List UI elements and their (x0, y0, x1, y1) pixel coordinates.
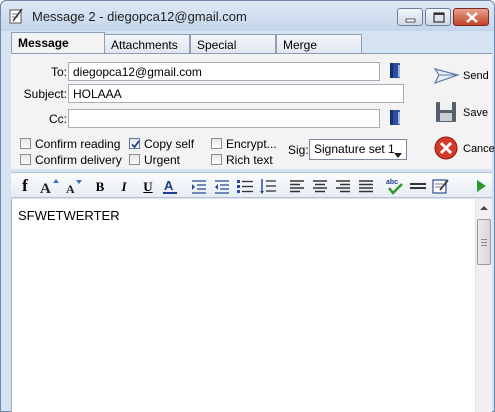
message-edit-icon (9, 8, 23, 24)
address-book-icon[interactable] (388, 109, 402, 127)
send-icon (433, 68, 461, 85)
tab-label: Merge (283, 38, 318, 52)
message-window: Message 2 - diegopca12@gmail.com Message… (0, 0, 495, 412)
copy-self-checkbox[interactable]: Copy self (129, 137, 209, 152)
address-book-icon[interactable] (388, 62, 402, 80)
save-disk-icon (436, 102, 456, 122)
checkbox-label: Urgent (144, 153, 181, 167)
checkbox-label: Rich text (226, 153, 273, 167)
save-button[interactable]: Save (430, 96, 492, 130)
signature-select[interactable]: Signature set 1 (309, 139, 407, 160)
cc-label: Cc: (49, 112, 67, 126)
urgent-checkbox[interactable]: Urgent (129, 153, 209, 168)
tab-label: Attachments (111, 38, 178, 52)
checkbox-label: Confirm delivery (35, 153, 122, 167)
font-icon[interactable]: f (16, 176, 34, 195)
svg-text:A: A (40, 181, 51, 195)
checkbox-box[interactable] (211, 138, 222, 149)
bold-icon[interactable]: B (91, 179, 109, 197)
checkbox-box[interactable] (129, 138, 140, 149)
svg-text:A: A (164, 178, 174, 193)
cc-field[interactable] (68, 109, 380, 128)
cancel-label: Cancel (463, 143, 495, 155)
send-button[interactable]: Send (430, 59, 492, 93)
font-shrink-icon[interactable]: A (64, 177, 82, 195)
italic-icon[interactable]: I (115, 179, 133, 197)
encrypt-checkbox[interactable]: Encrypt... (211, 137, 281, 152)
align-left-icon[interactable] (288, 177, 306, 195)
signature-value: Signature set 1 (314, 142, 395, 156)
minimize-button[interactable] (397, 8, 423, 26)
tab-label: Message (18, 36, 69, 50)
grip-line (481, 239, 487, 240)
checkbox-label: Copy self (144, 137, 195, 151)
font-grow-icon[interactable]: A (39, 177, 59, 195)
scrollbar-thumb[interactable] (477, 219, 491, 265)
font-color-icon[interactable]: A (161, 177, 179, 195)
confirm-delivery-checkbox[interactable]: Confirm delivery (20, 153, 130, 168)
to-field[interactable]: diegopca12@gmail.com (68, 62, 380, 81)
grip-line (481, 245, 487, 246)
vertical-scrollbar[interactable] (475, 199, 492, 412)
save-label: Save (463, 107, 489, 119)
horizontal-line-icon[interactable] (409, 177, 427, 195)
align-right-icon[interactable] (334, 177, 352, 195)
align-center-icon[interactable] (311, 177, 329, 195)
justify-icon[interactable] (357, 177, 375, 195)
edit-html-icon[interactable] (432, 177, 450, 195)
tab-merge[interactable]: Merge (276, 34, 362, 54)
send-label: Send (463, 70, 489, 82)
close-button[interactable] (453, 8, 489, 26)
title-bar[interactable]: Message 2 - diegopca12@gmail.com (1, 1, 494, 31)
format-toolbar: f A A B I U A abc (11, 172, 492, 198)
message-body-editor[interactable]: SFWETWERTER (11, 199, 492, 412)
message-body-text: SFWETWERTER (18, 208, 120, 223)
subject-field[interactable]: HOLAAA (68, 84, 404, 103)
play-icon[interactable] (472, 177, 490, 195)
bullet-list-icon[interactable] (236, 177, 254, 195)
tab-strip: Message Attachments Special Merge (11, 32, 491, 54)
checkbox-box[interactable] (20, 138, 31, 149)
confirm-reading-checkbox[interactable]: Confirm reading (20, 137, 130, 152)
rich-text-checkbox[interactable]: Rich text (211, 153, 281, 168)
spellcheck-icon[interactable]: abc (386, 177, 404, 195)
tab-message[interactable]: Message (11, 32, 105, 54)
grip-line (481, 242, 487, 243)
tab-attachments[interactable]: Attachments (104, 34, 190, 54)
tab-label: Special (197, 38, 237, 52)
scroll-up-arrow-icon[interactable] (476, 201, 492, 215)
tab-special[interactable]: Special (190, 34, 276, 54)
window-title: Message 2 - diegopca12@gmail.com (32, 9, 247, 24)
underline-icon[interactable]: U (139, 179, 157, 197)
cancel-icon (434, 136, 458, 160)
signature-label: Sig: (288, 143, 309, 157)
checkbox-label: Confirm reading (35, 137, 121, 151)
numbered-list-icon[interactable] (259, 177, 277, 195)
checkbox-label: Encrypt... (226, 137, 277, 151)
chevron-down-icon (394, 147, 402, 161)
svg-text:A: A (66, 182, 75, 195)
svg-text:abc: abc (386, 179, 398, 186)
checkbox-box[interactable] (129, 154, 140, 165)
checkbox-box[interactable] (211, 154, 222, 165)
cancel-button[interactable]: Cancel (430, 132, 495, 166)
message-header-panel: To: diegopca12@gmail.com Subject: HOLAAA… (11, 53, 495, 169)
indent-icon[interactable] (190, 177, 208, 195)
maximize-button[interactable] (425, 8, 451, 26)
checkbox-box[interactable] (20, 154, 31, 165)
subject-label: Subject: (23, 87, 67, 101)
to-label: To: (50, 65, 67, 79)
outdent-icon[interactable] (213, 177, 231, 195)
